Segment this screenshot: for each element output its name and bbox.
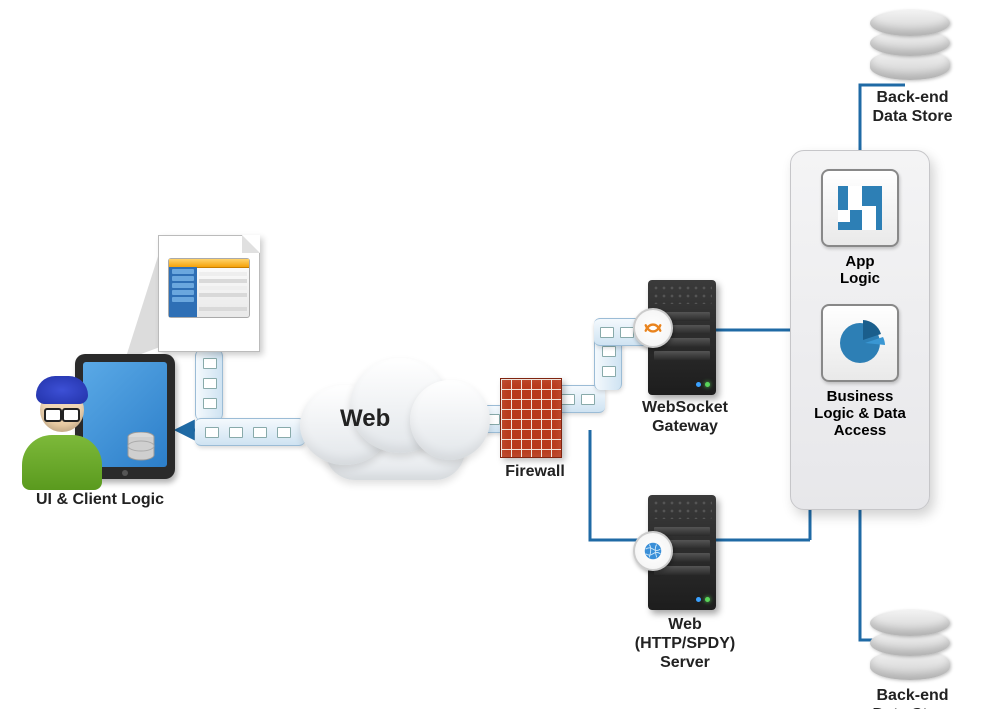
biz-logic-label: Business Logic & Data Access — [814, 388, 906, 440]
flow-client-vert — [195, 350, 223, 420]
app-logic-tile-icon — [821, 169, 899, 247]
firewall-icon — [500, 378, 562, 458]
db-top-icon — [870, 10, 950, 82]
globe-badge-icon — [633, 531, 673, 571]
architecture-diagram: { "nodes": { "client": { "label": "UI & … — [0, 0, 985, 709]
db-top-label: Back-end Data Store — [855, 88, 970, 126]
web-server-label: Web (HTTP/SPDY) Server — [620, 615, 750, 673]
biz-logic-tile-icon — [821, 304, 899, 382]
app-window-icon — [168, 258, 250, 318]
app-logic-label: App Logic — [840, 253, 880, 288]
client-label: UI & Client Logic — [20, 490, 180, 509]
ws-gateway-label: WebSocket Gateway — [625, 398, 745, 436]
cloud-label: Web — [340, 405, 390, 434]
logic-panel: App Logic Business Logic & Data Access — [790, 150, 930, 510]
websocket-badge-icon — [633, 308, 673, 348]
db-bottom-label: Back-end Data Store — [855, 686, 970, 709]
client-local-store-icon — [126, 432, 156, 464]
user-icon — [22, 370, 102, 490]
firewall-label: Firewall — [495, 462, 575, 481]
db-bottom-icon — [870, 610, 950, 682]
